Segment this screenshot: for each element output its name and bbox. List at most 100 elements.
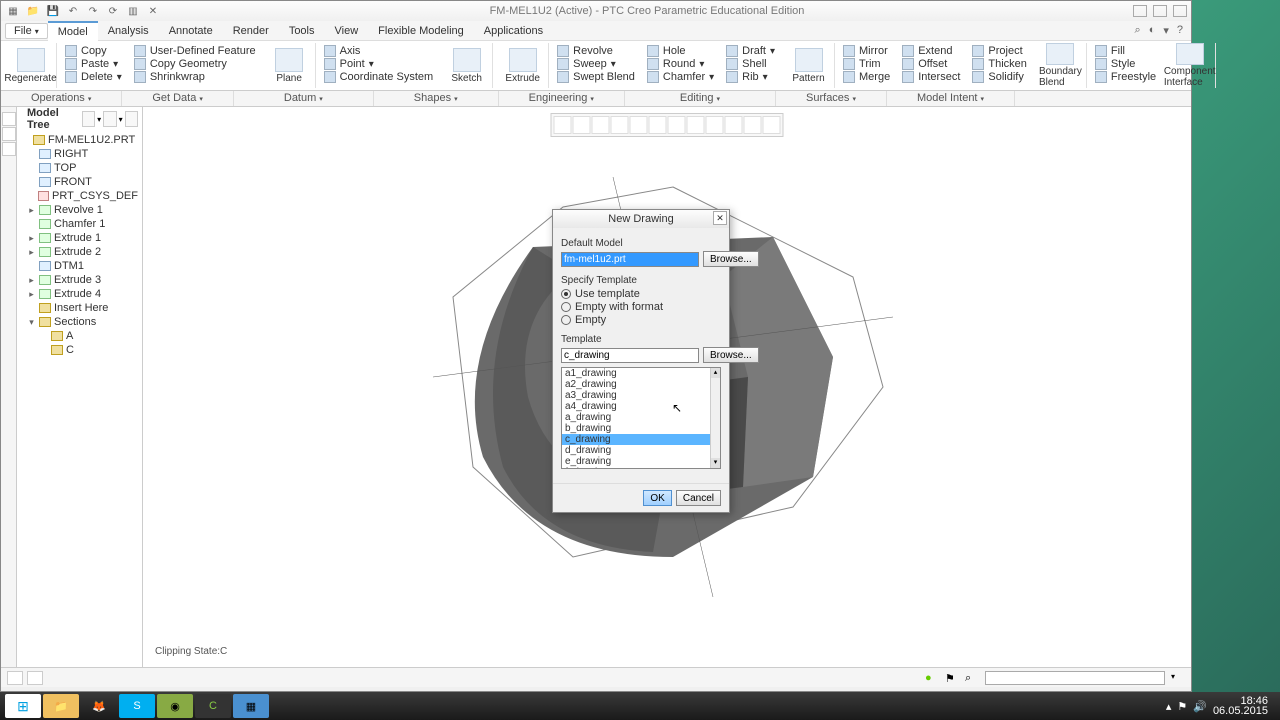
ribbon-intersect[interactable]: Intersect [902, 71, 960, 83]
options-icon[interactable]: ◐ [1149, 24, 1156, 37]
ribbon-sweptblend[interactable]: Swept Blend [557, 71, 635, 83]
qat-new-icon[interactable]: ▦ [5, 3, 21, 19]
ribbon-trim[interactable]: Trim [843, 58, 890, 70]
ribbon-draft[interactable]: Draft ▾ [726, 45, 775, 57]
template-list-item[interactable]: d_drawing [562, 445, 720, 456]
tray-network-icon[interactable]: ⚑ [1177, 700, 1187, 713]
template-list-item[interactable]: a4_drawing [562, 401, 720, 412]
default-model-input[interactable] [561, 252, 699, 267]
tool-2[interactable] [2, 127, 16, 141]
ribbon-fill[interactable]: Fill [1095, 45, 1156, 57]
group-shapes[interactable]: Shapes [374, 91, 499, 106]
tree-item[interactable]: ▸Revolve 1 [21, 203, 138, 217]
ribbon-project[interactable]: Project [972, 45, 1027, 57]
scroll-up-icon[interactable]: ▴ [711, 368, 720, 378]
template-list-item[interactable]: f_drawing [562, 467, 720, 469]
ribbon-mirror[interactable]: Mirror [843, 45, 890, 57]
ribbon-extend[interactable]: Extend [902, 45, 960, 57]
ribbon-thicken[interactable]: Thicken [972, 58, 1027, 70]
tree-root[interactable]: FM-MEL1U2.PRT [21, 133, 138, 147]
tray-icon[interactable]: ▴ [1166, 700, 1172, 713]
template-list-item[interactable]: e_drawing [562, 456, 720, 467]
view-annot-icon[interactable] [706, 116, 724, 134]
scroll-down-icon[interactable]: ▾ [711, 458, 720, 468]
view-planes-icon[interactable] [725, 116, 743, 134]
ribbon-copygeom[interactable]: Copy Geometry [134, 58, 256, 70]
cancel-button[interactable]: Cancel [676, 490, 721, 506]
view-datum-icon[interactable] [687, 116, 705, 134]
ribbon-revolve[interactable]: Revolve [557, 45, 635, 57]
qat-redo-icon[interactable]: ↷ [85, 3, 101, 19]
menu-tools[interactable]: Tools [279, 22, 325, 40]
tree-item[interactable]: TOP [21, 161, 138, 175]
menu-render[interactable]: Render [223, 22, 279, 40]
view-repaint-icon[interactable] [611, 116, 629, 134]
view-zoomin-icon[interactable] [573, 116, 591, 134]
qat-windows-icon[interactable]: ▥ [125, 3, 141, 19]
browse-template-button[interactable]: Browse... [703, 347, 759, 363]
template-list-item[interactable]: a_drawing [562, 412, 720, 423]
tree-item[interactable]: DTM1 [21, 259, 138, 273]
tree-item[interactable]: ▸Extrude 1 [21, 231, 138, 245]
qat-save-icon[interactable]: 💾 [45, 3, 61, 19]
ribbon-paste[interactable]: Paste ▾ [65, 58, 122, 70]
radio-use-template[interactable]: Use template [561, 288, 721, 300]
tree-settings-icon[interactable] [125, 111, 138, 127]
ribbon-extrude[interactable]: Extrude [497, 43, 549, 88]
template-list-item[interactable]: c_drawing [562, 434, 720, 445]
taskbar-explorer[interactable]: 📁 [43, 694, 79, 718]
ribbon-udf[interactable]: User-Defined Feature [134, 45, 256, 57]
qat-close-icon[interactable]: ✕ [145, 3, 161, 19]
tree-item[interactable]: ▾Sections [21, 315, 138, 329]
menu-annotate[interactable]: Annotate [159, 22, 223, 40]
sb-flag-icon[interactable]: ⚑ [945, 672, 959, 684]
view-display-icon[interactable] [668, 116, 686, 134]
ribbon-round[interactable]: Round ▾ [647, 58, 714, 70]
maximize-button[interactable] [1153, 5, 1167, 17]
ribbon-merge[interactable]: Merge [843, 71, 890, 83]
dialog-close-button[interactable]: ✕ [713, 211, 727, 225]
template-list-item[interactable]: a1_drawing [562, 368, 720, 379]
sb-sel-icon[interactable] [27, 671, 43, 685]
group-editing[interactable]: Editing [625, 91, 776, 106]
tree-item[interactable]: PRT_CSYS_DEF [21, 189, 138, 203]
ribbon-regenerate[interactable]: Regenerate [5, 43, 57, 88]
learning-icon[interactable]: ▾ [1163, 24, 1169, 37]
tree-item[interactable]: C [21, 343, 138, 357]
view-axes-icon[interactable] [744, 116, 762, 134]
ribbon-component-interface[interactable]: Component Interface [1164, 43, 1216, 88]
template-list-item[interactable]: a3_drawing [562, 390, 720, 401]
menu-model[interactable]: Model [48, 21, 98, 41]
taskbar-app1[interactable]: ◉ [157, 694, 193, 718]
template-list-item[interactable]: a2_drawing [562, 379, 720, 390]
tree-item[interactable]: FRONT [21, 175, 138, 189]
tool-1[interactable] [2, 112, 16, 126]
view-named-icon[interactable] [649, 116, 667, 134]
sb-find-icon[interactable]: ⌕ [965, 672, 979, 684]
ribbon-csys[interactable]: Coordinate System [324, 71, 434, 83]
taskbar-clock[interactable]: 18:4606.05.2015 [1213, 696, 1268, 716]
ribbon-shrinkwrap[interactable]: Shrinkwrap [134, 71, 256, 83]
sb-selection-filter[interactable] [985, 671, 1165, 685]
template-list[interactable]: a1_drawinga2_drawinga3_drawinga4_drawing… [561, 367, 721, 469]
ribbon-axis[interactable]: Axis [324, 45, 434, 57]
tree-filter-icon[interactable] [82, 111, 95, 127]
tree-item[interactable]: ▸Extrude 4 [21, 287, 138, 301]
template-input[interactable] [561, 348, 699, 363]
tree-item[interactable]: ▸Extrude 3 [21, 273, 138, 287]
view-spin-icon[interactable] [630, 116, 648, 134]
view-points-icon[interactable] [763, 116, 781, 134]
template-list-item[interactable]: b_drawing [562, 423, 720, 434]
tool-3[interactable] [2, 142, 16, 156]
tree-show-icon[interactable] [103, 111, 116, 127]
browse-model-button[interactable]: Browse... [703, 251, 759, 267]
ribbon-shell[interactable]: Shell [726, 58, 775, 70]
tree-item[interactable]: A [21, 329, 138, 343]
close-button[interactable] [1173, 5, 1187, 17]
radio-empty[interactable]: Empty [561, 314, 721, 326]
view-refit-icon[interactable] [554, 116, 572, 134]
sb-msg-icon[interactable] [7, 671, 23, 685]
menu-file[interactable]: File [5, 23, 48, 39]
ribbon-copy[interactable]: Copy [65, 45, 122, 57]
tree-item[interactable]: ▸Extrude 2 [21, 245, 138, 259]
